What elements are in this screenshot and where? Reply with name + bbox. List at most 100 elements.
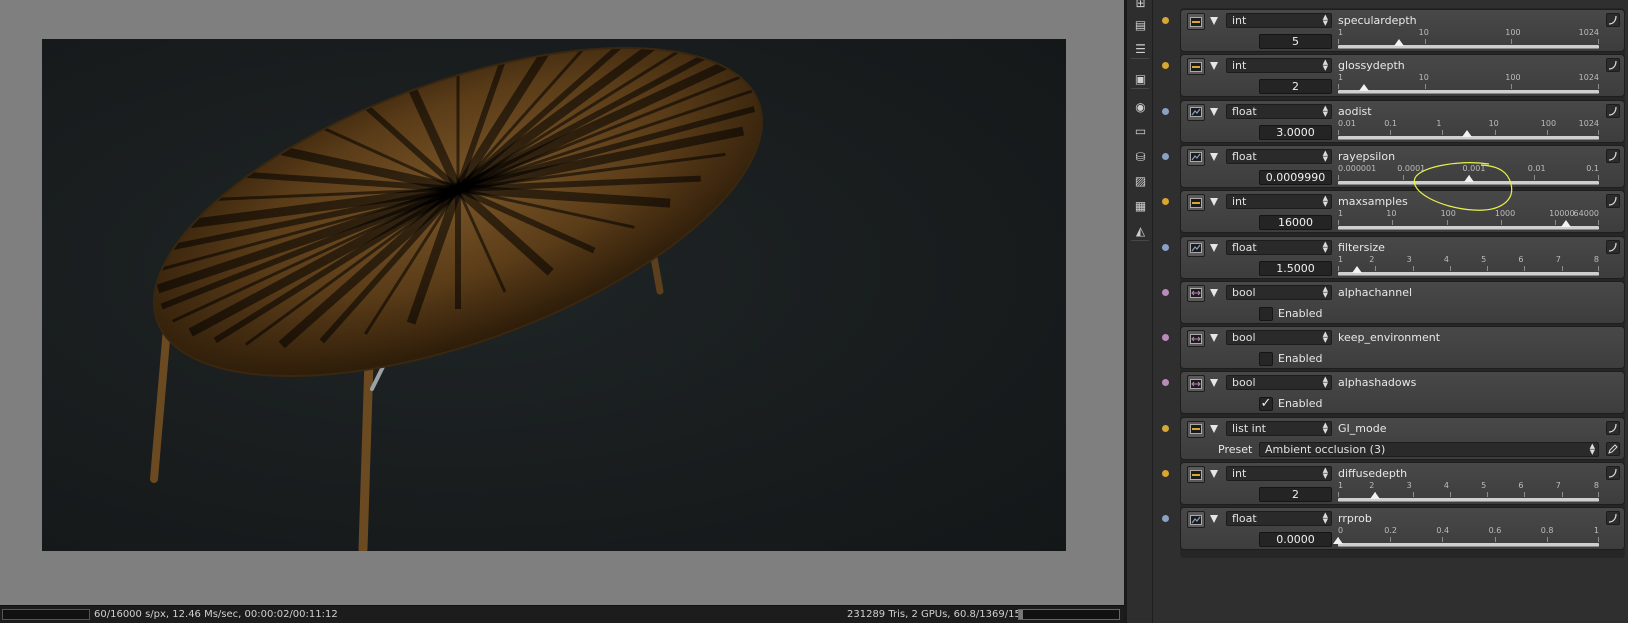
value-field[interactable]: 5: [1259, 34, 1332, 49]
type-select[interactable]: bool ▲ ▼: [1226, 284, 1332, 300]
stack-icon[interactable]: ▤: [1132, 16, 1149, 33]
type-select[interactable]: float ▲ ▼: [1226, 511, 1332, 527]
int-type-icon[interactable]: [1187, 466, 1205, 483]
collapse-arrow-icon[interactable]: [1210, 243, 1218, 252]
connector-dot[interactable]: [1162, 424, 1169, 432]
connector-dot[interactable]: [1162, 17, 1169, 24]
float-type-icon[interactable]: [1187, 511, 1205, 529]
collapse-arrow-icon[interactable]: [1210, 198, 1218, 207]
slider-track[interactable]: [1338, 45, 1599, 49]
collapse-arrow-icon[interactable]: [1210, 470, 1218, 478]
curve-icon[interactable]: [1606, 13, 1620, 27]
slider-handle[interactable]: [1333, 537, 1343, 545]
slider-track[interactable]: [1338, 226, 1599, 231]
int-type-icon[interactable]: [1187, 13, 1205, 30]
connector-dot[interactable]: [1162, 107, 1169, 115]
connector-dot[interactable]: [1162, 62, 1169, 70]
collapse-arrow-icon[interactable]: [1210, 152, 1218, 161]
collapse-arrow-icon[interactable]: [1210, 334, 1218, 343]
slider-handle[interactable]: [1561, 220, 1572, 228]
type-select[interactable]: int ▲ ▼: [1226, 466, 1332, 481]
curve-icon[interactable]: [1606, 148, 1620, 163]
layers-icon[interactable]: ☰: [1132, 40, 1149, 57]
add-node-icon[interactable]: ⊞: [1132, 0, 1149, 11]
bool-type-icon[interactable]: [1187, 330, 1205, 348]
value-slider[interactable]: 1 10 100 1000 10000 64000: [1338, 209, 1599, 231]
bool-type-icon[interactable]: [1187, 375, 1205, 393]
curve-icon[interactable]: [1606, 103, 1620, 118]
collapse-arrow-icon[interactable]: [1210, 288, 1218, 297]
connector-dot[interactable]: [1162, 243, 1169, 251]
texture-icon[interactable]: ▦: [1132, 197, 1149, 214]
camera-icon[interactable]: ◉: [1132, 98, 1149, 115]
bool-type-icon[interactable]: [1187, 284, 1205, 302]
enabled-checkbox[interactable]: ✓: [1259, 397, 1273, 412]
slider-handle[interactable]: [1359, 84, 1370, 92]
connector-dot[interactable]: [1162, 470, 1169, 477]
curve-icon[interactable]: [1606, 466, 1620, 480]
preset-select[interactable]: Ambient occlusion (3) ▲ ▼: [1259, 441, 1599, 457]
edit-pencil-icon[interactable]: [1606, 441, 1620, 456]
type-select[interactable]: bool ▲ ▼: [1226, 330, 1332, 346]
connector-dot[interactable]: [1162, 288, 1169, 296]
connector-dot[interactable]: [1162, 379, 1169, 387]
render-viewport[interactable]: [0, 0, 1124, 605]
material-icon[interactable]: ◭: [1132, 222, 1149, 239]
slider-handle[interactable]: [1462, 129, 1473, 137]
type-select[interactable]: int ▲ ▼: [1226, 194, 1332, 210]
connector-dot[interactable]: [1162, 334, 1169, 342]
enabled-checkbox[interactable]: [1259, 306, 1273, 321]
type-select[interactable]: bool ▲ ▼: [1226, 375, 1332, 391]
value-slider[interactable]: 0 0.2 0.4 0.6 0.8 1: [1333, 526, 1599, 548]
param-icon[interactable]: ▭: [1132, 122, 1149, 139]
value-slider[interactable]: 1 10 100 1024: [1338, 28, 1599, 50]
image-icon[interactable]: ▣: [1132, 70, 1149, 87]
picture-icon[interactable]: ▨: [1132, 172, 1149, 189]
type-select[interactable]: float ▲ ▼: [1226, 103, 1332, 119]
value-field[interactable]: 2: [1259, 79, 1332, 95]
slider-track[interactable]: [1338, 271, 1599, 276]
collapse-arrow-icon[interactable]: [1210, 107, 1218, 116]
slider-handle[interactable]: [1370, 492, 1381, 499]
value-field[interactable]: 0.0009990: [1259, 169, 1332, 185]
collapse-arrow-icon[interactable]: [1210, 424, 1218, 433]
int-type-icon[interactable]: [1187, 58, 1205, 76]
value-field[interactable]: 3.0000: [1259, 124, 1332, 140]
type-select[interactable]: int ▲ ▼: [1226, 58, 1332, 74]
type-select[interactable]: float ▲ ▼: [1226, 239, 1332, 255]
type-select[interactable]: float ▲ ▼: [1226, 148, 1332, 164]
slider-handle[interactable]: [1463, 174, 1474, 182]
int-type-icon[interactable]: [1187, 420, 1205, 438]
curve-icon[interactable]: [1606, 420, 1620, 435]
slider-track[interactable]: [1338, 543, 1599, 548]
curve-icon[interactable]: [1606, 58, 1620, 73]
value-field[interactable]: 0.0000: [1259, 532, 1332, 548]
collapse-arrow-icon[interactable]: [1210, 17, 1218, 25]
connector-dot[interactable]: [1162, 198, 1169, 206]
value-slider[interactable]: 0.01 0.1 1 10 100 1024: [1338, 119, 1599, 141]
float-type-icon[interactable]: [1187, 148, 1205, 166]
value-slider[interactable]: 1 2 3 4 5 6 7 8: [1338, 255, 1599, 277]
collapse-arrow-icon[interactable]: [1210, 515, 1218, 524]
collapse-arrow-icon[interactable]: [1210, 62, 1218, 71]
value-field[interactable]: 1.5000: [1259, 260, 1332, 276]
value-slider[interactable]: 0.000001 0.0001 0.001 0.01 0.1: [1338, 164, 1599, 186]
database-icon[interactable]: ⛁: [1132, 148, 1149, 165]
value-field[interactable]: 16000: [1259, 215, 1332, 231]
slider-handle[interactable]: [1351, 265, 1362, 273]
value-field[interactable]: 2: [1259, 487, 1332, 502]
slider-track[interactable]: [1338, 90, 1599, 95]
curve-icon[interactable]: [1606, 511, 1620, 526]
value-slider[interactable]: 1 10 100 1024: [1338, 73, 1599, 95]
type-select[interactable]: list int ▲ ▼: [1226, 420, 1332, 436]
float-type-icon[interactable]: [1187, 239, 1205, 257]
int-type-icon[interactable]: [1187, 194, 1205, 212]
type-select[interactable]: int ▲ ▼: [1226, 13, 1332, 28]
value-slider[interactable]: 1 2 3 4 5 6 7 8: [1338, 481, 1599, 503]
curve-icon[interactable]: [1606, 194, 1620, 209]
collapse-arrow-icon[interactable]: [1210, 379, 1218, 388]
float-type-icon[interactable]: [1187, 103, 1205, 121]
connector-dot[interactable]: [1162, 152, 1169, 160]
curve-icon[interactable]: [1606, 239, 1620, 254]
connector-dot[interactable]: [1162, 515, 1169, 523]
